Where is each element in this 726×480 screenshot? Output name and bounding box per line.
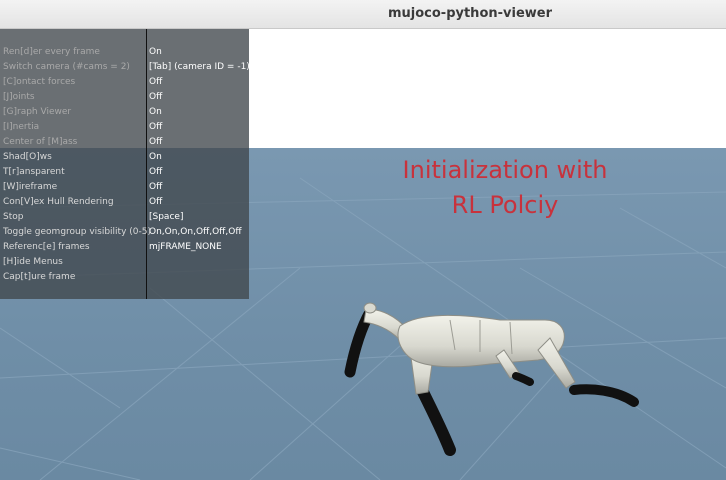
menu-key: Referenc[e] frames [3,242,90,252]
quadruped-robot [344,302,639,456]
menu-value: Off [149,167,163,177]
caption-line-1: Initialization with [402,156,608,184]
menu-key: [C]ontact forces [3,77,76,87]
menu-value: [Tab] (camera ID = -1) [149,62,250,72]
menu-row-reference-frames[interactable]: Referenc[e] frames mjFRAME_NONE [0,240,249,255]
menu-value: Off [149,197,163,207]
menu-key: Ren[d]er every frame [3,47,100,57]
menu-row-shadows[interactable]: Shad[O]ws On [0,150,249,165]
menu-value: On,On,On,Off,Off,Off [149,227,242,237]
menu-key: Center of [M]ass [3,137,78,147]
menu-row-switch-camera[interactable]: Switch camera (#cams = 2) [Tab] (camera … [0,60,250,75]
menu-value: On [149,107,162,117]
menu-row-joints[interactable]: [J]oints Off [0,90,249,105]
title-bar: mujoco-python-viewer [0,0,726,29]
front-left-leg [512,372,534,386]
menu-key: T[r]ansparent [3,167,65,177]
menu-key: [W]ireframe [3,182,58,192]
menu-key: [I]nertia [3,122,40,132]
menu-value: Off [149,92,163,102]
caption-line-2: RL Polciy [451,191,559,219]
menu-row-capture-frame[interactable]: Cap[t]ure frame [0,270,249,285]
rear-right-leg [416,384,456,456]
menu-row-transparent[interactable]: T[r]ansparent Off [0,165,249,180]
menu-key: Toggle geomgroup visibility (0-5) [3,227,151,237]
menu-key: [G]raph Viewer [3,107,72,117]
menu-value: Off [149,77,163,87]
menu-key: [J]oints [3,92,35,102]
menu-value: Off [149,182,163,192]
viewer-menu-overlay: Ren[d]er every frame On Switch camera (#… [0,29,250,299]
menu-value: [Space] [149,212,184,222]
menu-key: Switch camera (#cams = 2) [3,62,130,72]
menu-value: On [149,47,162,57]
menu-value: Off [149,137,163,147]
menu-row-toggle-geomgroup[interactable]: Toggle geomgroup visibility (0-5) On,On,… [0,225,249,240]
menu-key: [H]ide Menus [3,257,63,267]
menu-row-stop[interactable]: Stop [Space] [0,210,249,225]
menu-row-wireframe[interactable]: [W]ireframe Off [0,180,249,195]
menu-key: Cap[t]ure frame [3,272,76,282]
menu-row-inertia[interactable]: [I]nertia Off [0,120,249,135]
menu-row-convex-hull[interactable]: Con[V]ex Hull Rendering Off [0,195,249,210]
menu-row-hide-menus[interactable]: [H]ide Menus [0,255,249,270]
menu-key: Shad[O]ws [3,152,52,162]
menu-value: mjFRAME_NONE [149,242,222,252]
menu-row-center-of-mass[interactable]: Center of [M]ass Off [0,135,249,150]
menu-value: On [149,152,162,162]
menu-row-graph-viewer[interactable]: [G]raph Viewer On [0,105,249,120]
menu-key: Stop [3,212,24,222]
menu-row-contact-forces[interactable]: [C]ontact forces Off [0,75,249,90]
menu-value: Off [149,122,163,132]
robot-body [397,314,565,368]
front-right-leg [569,384,639,407]
caption-text: Initialization with RL Polciy [390,153,620,223]
window-title: mujoco-python-viewer [387,6,553,21]
menu-key: Con[V]ex Hull Rendering [3,197,114,207]
menu-row-render-every-frame[interactable]: Ren[d]er every frame On [0,45,249,60]
